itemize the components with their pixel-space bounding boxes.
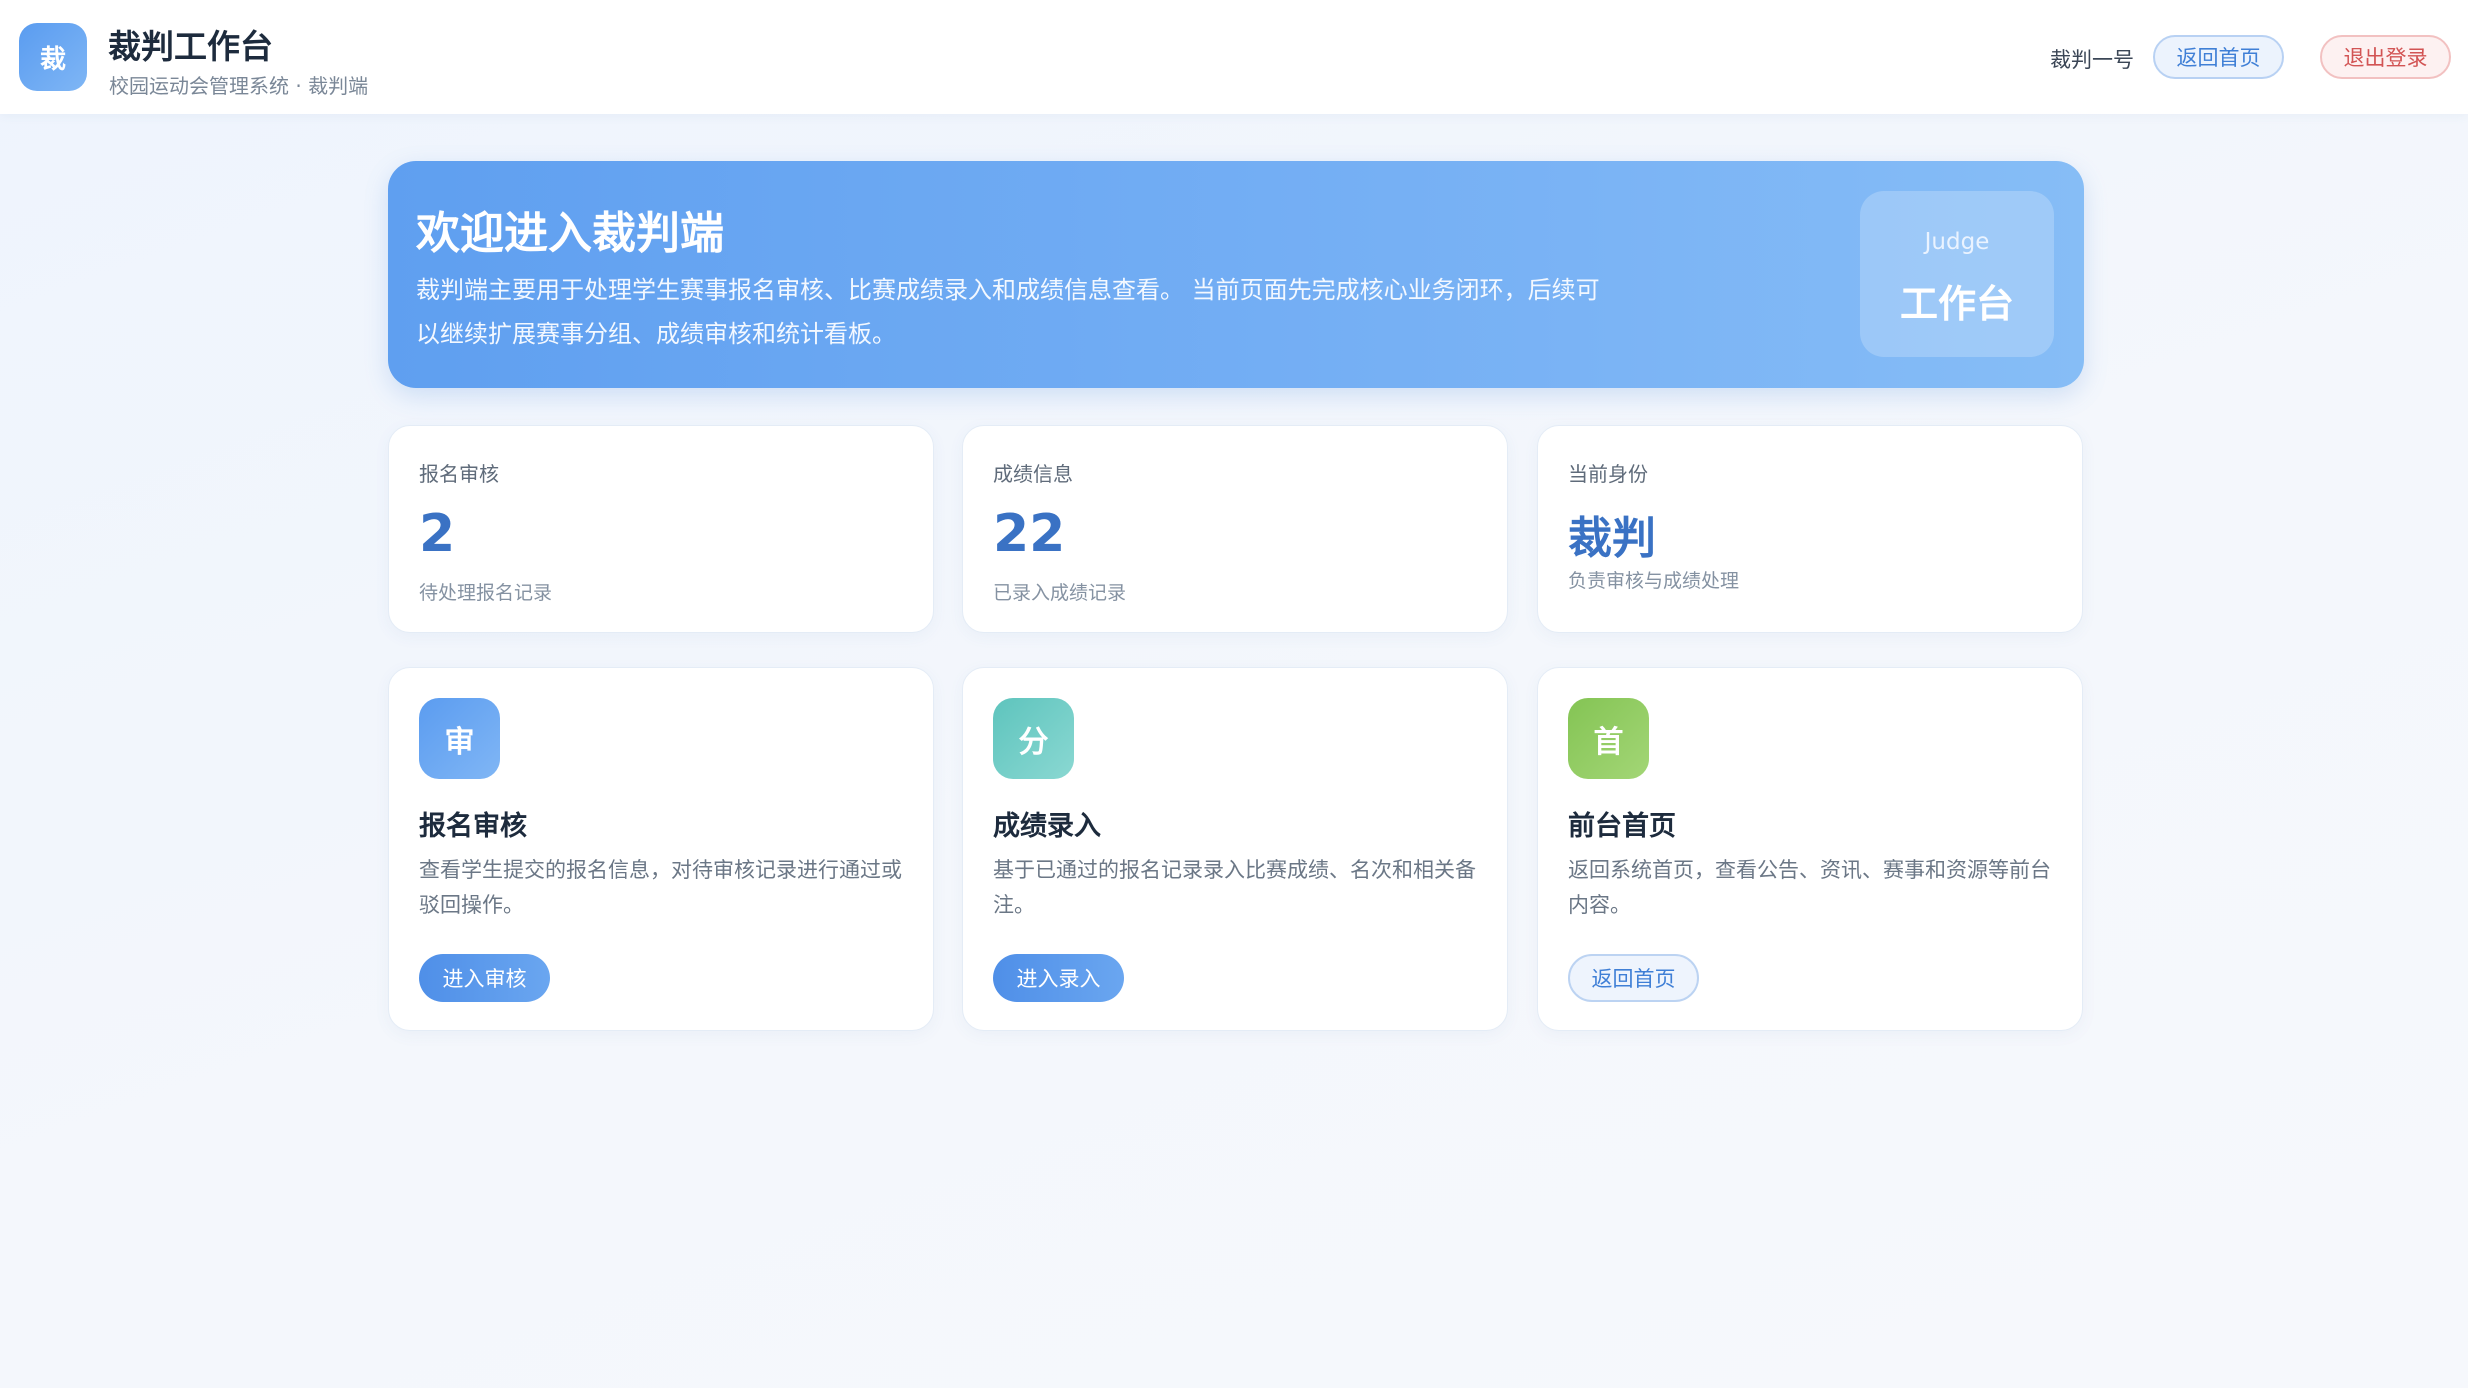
enter-score-entry-button[interactable]: 进入录入 xyxy=(993,954,1124,1002)
feature-title: 成绩录入 xyxy=(993,811,1101,842)
page-title: 裁判工作台 xyxy=(108,27,273,66)
workbench-badge-cn: 工作台 xyxy=(1899,282,2014,326)
stat-note: 已录入成绩记录 xyxy=(993,582,1127,604)
feature-card-front-home: 首 前台首页 返回系统首页，查看公告、资讯、赛事和资源等前台内容。 返回首页 xyxy=(1537,667,2083,1031)
stat-value: 裁判 xyxy=(1568,513,1656,564)
logout-button[interactable]: 退出登录 xyxy=(2320,35,2451,79)
feature-description: 返回系统首页，查看公告、资讯、赛事和资源等前台内容。 xyxy=(1568,858,2051,917)
top-header: 裁 裁判工作台 校园运动会管理系统 · 裁判端 裁判一号 返回首页 退出登录 xyxy=(0,0,2468,114)
home-icon: 首 xyxy=(1568,698,1649,779)
stat-value: 2 xyxy=(419,504,456,564)
page-subtitle: 校园运动会管理系统 · 裁判端 xyxy=(109,74,369,98)
stat-label: 成绩信息 xyxy=(993,462,1073,486)
welcome-banner: 欢迎进入裁判端 裁判端主要用于处理学生赛事报名审核、比赛成绩录入和成绩信息查看。… xyxy=(388,161,2084,388)
feature-description: 基于已通过的报名记录录入比赛成绩、名次和相关备注。 xyxy=(993,858,1476,917)
home-icon-char: 首 xyxy=(1593,724,1624,760)
review-icon: 审 xyxy=(419,698,500,779)
stat-label: 报名审核 xyxy=(419,462,499,486)
return-home-button[interactable]: 返回首页 xyxy=(1568,954,1699,1002)
feature-title: 报名审核 xyxy=(419,811,527,842)
welcome-description: 裁判端主要用于处理学生赛事报名审核、比赛成绩录入和成绩信息查看。 当前页面先完成… xyxy=(416,276,1600,348)
stat-note: 负责审核与成绩处理 xyxy=(1568,570,1740,592)
feature-title: 前台首页 xyxy=(1568,811,1676,842)
app-logo: 裁 xyxy=(19,23,87,91)
welcome-title: 欢迎进入裁判端 xyxy=(416,208,724,259)
stat-note: 待处理报名记录 xyxy=(419,582,553,604)
stat-card-pending-review: 报名审核 2 待处理报名记录 xyxy=(388,425,934,633)
back-home-button[interactable]: 返回首页 xyxy=(2153,35,2284,79)
stat-label: 当前身份 xyxy=(1568,462,1648,486)
workbench-badge: Judge 工作台 xyxy=(1860,191,2054,357)
logo-char: 裁 xyxy=(39,44,66,75)
stat-card-current-role: 当前身份 裁判 负责审核与成绩处理 xyxy=(1537,425,2083,633)
feature-card-score-entry: 分 成绩录入 基于已通过的报名记录录入比赛成绩、名次和相关备注。 进入录入 xyxy=(962,667,1508,1031)
workbench-badge-en: Judge xyxy=(1924,229,1990,255)
feature-description: 查看学生提交的报名信息，对待审核记录进行通过或驳回操作。 xyxy=(419,858,902,917)
score-icon-char: 分 xyxy=(1018,724,1049,760)
enter-review-button[interactable]: 进入审核 xyxy=(419,954,550,1002)
current-user-name: 裁判一号 xyxy=(2050,48,2134,72)
stat-card-score-records: 成绩信息 22 已录入成绩记录 xyxy=(962,425,1508,633)
score-icon: 分 xyxy=(993,698,1074,779)
review-icon-char: 审 xyxy=(444,724,475,760)
stat-value: 22 xyxy=(993,504,1066,564)
feature-card-registration-review: 审 报名审核 查看学生提交的报名信息，对待审核记录进行通过或驳回操作。 进入审核 xyxy=(388,667,934,1031)
